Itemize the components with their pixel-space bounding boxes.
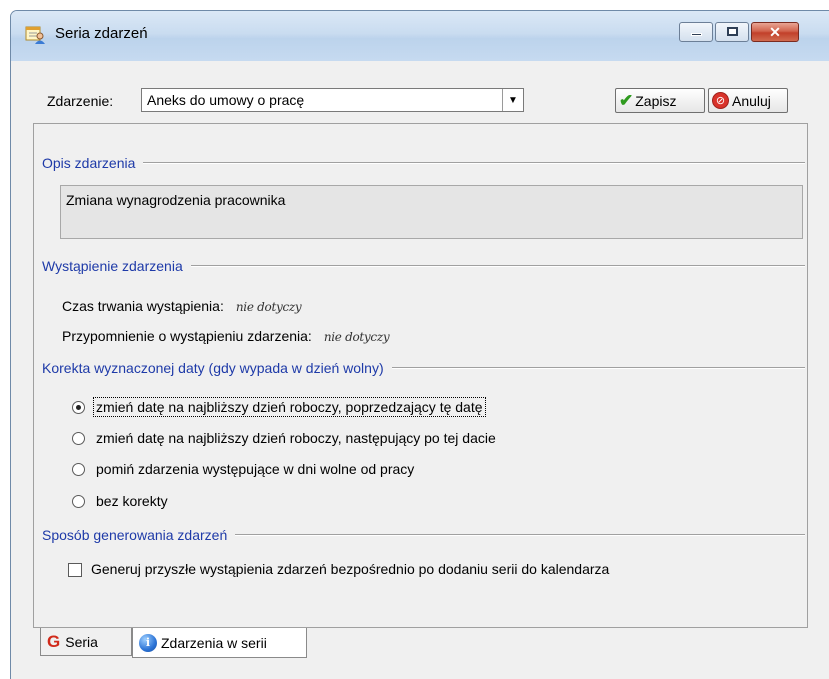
radio-button[interactable] (72, 462, 85, 476)
radio-button-selected[interactable] (72, 400, 85, 414)
radio-option-no-correction[interactable]: bez korekty (72, 490, 170, 512)
cancel-button[interactable]: ⊘ Anuluj (708, 88, 788, 113)
event-select-value: Aneks do umowy o pracę (147, 92, 305, 108)
tab-seria[interactable]: G Seria (40, 628, 132, 656)
dialog-window: Seria zdarzeń ✕ Zdarzenie: Aneks do umow… (10, 10, 829, 679)
radio-button[interactable] (72, 431, 85, 445)
radio-option-skip-holidays[interactable]: pomiń zdarzenia występujące w dni wolne … (72, 458, 416, 480)
description-field[interactable]: Zmiana wynagrodzenia pracownika (60, 185, 803, 239)
minimize-button[interactable] (679, 22, 713, 42)
divider (391, 367, 805, 369)
save-button[interactable]: ✔ Zapisz (615, 88, 705, 113)
maximize-icon (727, 27, 738, 36)
dropdown-arrow-icon[interactable]: ▼ (502, 89, 523, 111)
section-correction: Korekta wyznaczonej daty (gdy wypada w d… (42, 359, 805, 377)
section-description: Opis zdarzenia (42, 154, 805, 172)
title-bar[interactable]: Seria zdarzeń ✕ (11, 11, 829, 61)
window-title: Seria zdarzeń (55, 25, 148, 42)
calendar-person-icon (25, 26, 45, 44)
close-button[interactable]: ✕ (751, 22, 799, 42)
duration-label: Czas trwania wystąpienia: (62, 298, 224, 314)
cancel-button-label: Anuluj (732, 92, 771, 109)
radio-label[interactable]: zmień datę na najbliższy dzień roboczy, … (93, 397, 486, 417)
section-title-generation: Sposób generowania zdarzeń (42, 527, 228, 543)
g-letter-icon: G (47, 631, 61, 651)
generate-future-label[interactable]: Generuj przyszłe wystąpienia zdarzeń bez… (91, 561, 609, 577)
radio-label[interactable]: zmień datę na najbliższy dzień roboczy, … (94, 429, 498, 447)
close-icon: ✕ (769, 24, 781, 40)
maximize-button[interactable] (715, 22, 749, 42)
tab-label: Zdarzenia w serii (161, 634, 267, 651)
radio-option-next-workday[interactable]: zmień datę na najbliższy dzień roboczy, … (72, 427, 498, 449)
divider (235, 534, 805, 536)
main-panel: Opis zdarzenia Zmiana wynagrodzenia prac… (33, 123, 808, 628)
event-label: Zdarzenie: (47, 93, 114, 109)
radio-option-previous-workday[interactable]: zmień datę na najbliższy dzień roboczy, … (72, 396, 486, 418)
reminder-row: Przypomnienie o wystąpieniu zdarzenia: ni… (62, 328, 390, 344)
tab-events-in-series[interactable]: i Zdarzenia w serii (132, 628, 307, 658)
generate-future-checkbox[interactable] (68, 563, 82, 577)
section-title-occurrence: Wystąpienie zdarzenia (42, 258, 183, 274)
section-generation: Sposób generowania zdarzeń (42, 526, 805, 544)
radio-button[interactable] (72, 494, 85, 508)
tab-label: Seria (65, 633, 98, 650)
save-button-label: Zapisz (635, 92, 677, 109)
section-occurrence: Wystąpienie zdarzenia (42, 257, 805, 275)
minimize-icon (691, 33, 702, 36)
section-title-description: Opis zdarzenia (42, 155, 136, 171)
cancel-icon: ⊘ (712, 92, 729, 109)
divider (190, 265, 805, 267)
info-icon: i (139, 633, 157, 652)
duration-value: nie dotyczy (235, 300, 302, 314)
reminder-label: Przypomnienie o wystąpieniu zdarzenia: (62, 328, 312, 344)
duration-row: Czas trwania wystąpienia: nie dotyczy (62, 298, 302, 314)
event-select[interactable]: Aneks do umowy o pracę ▼ (141, 88, 524, 112)
radio-label[interactable]: pomiń zdarzenia występujące w dni wolne … (94, 460, 416, 478)
checkmark-icon: ✔ (619, 90, 634, 110)
divider (143, 162, 805, 164)
radio-label[interactable]: bez korekty (94, 492, 170, 510)
reminder-value: nie dotyczy (323, 330, 390, 344)
section-title-correction: Korekta wyznaczonej daty (gdy wypada w d… (42, 360, 384, 376)
